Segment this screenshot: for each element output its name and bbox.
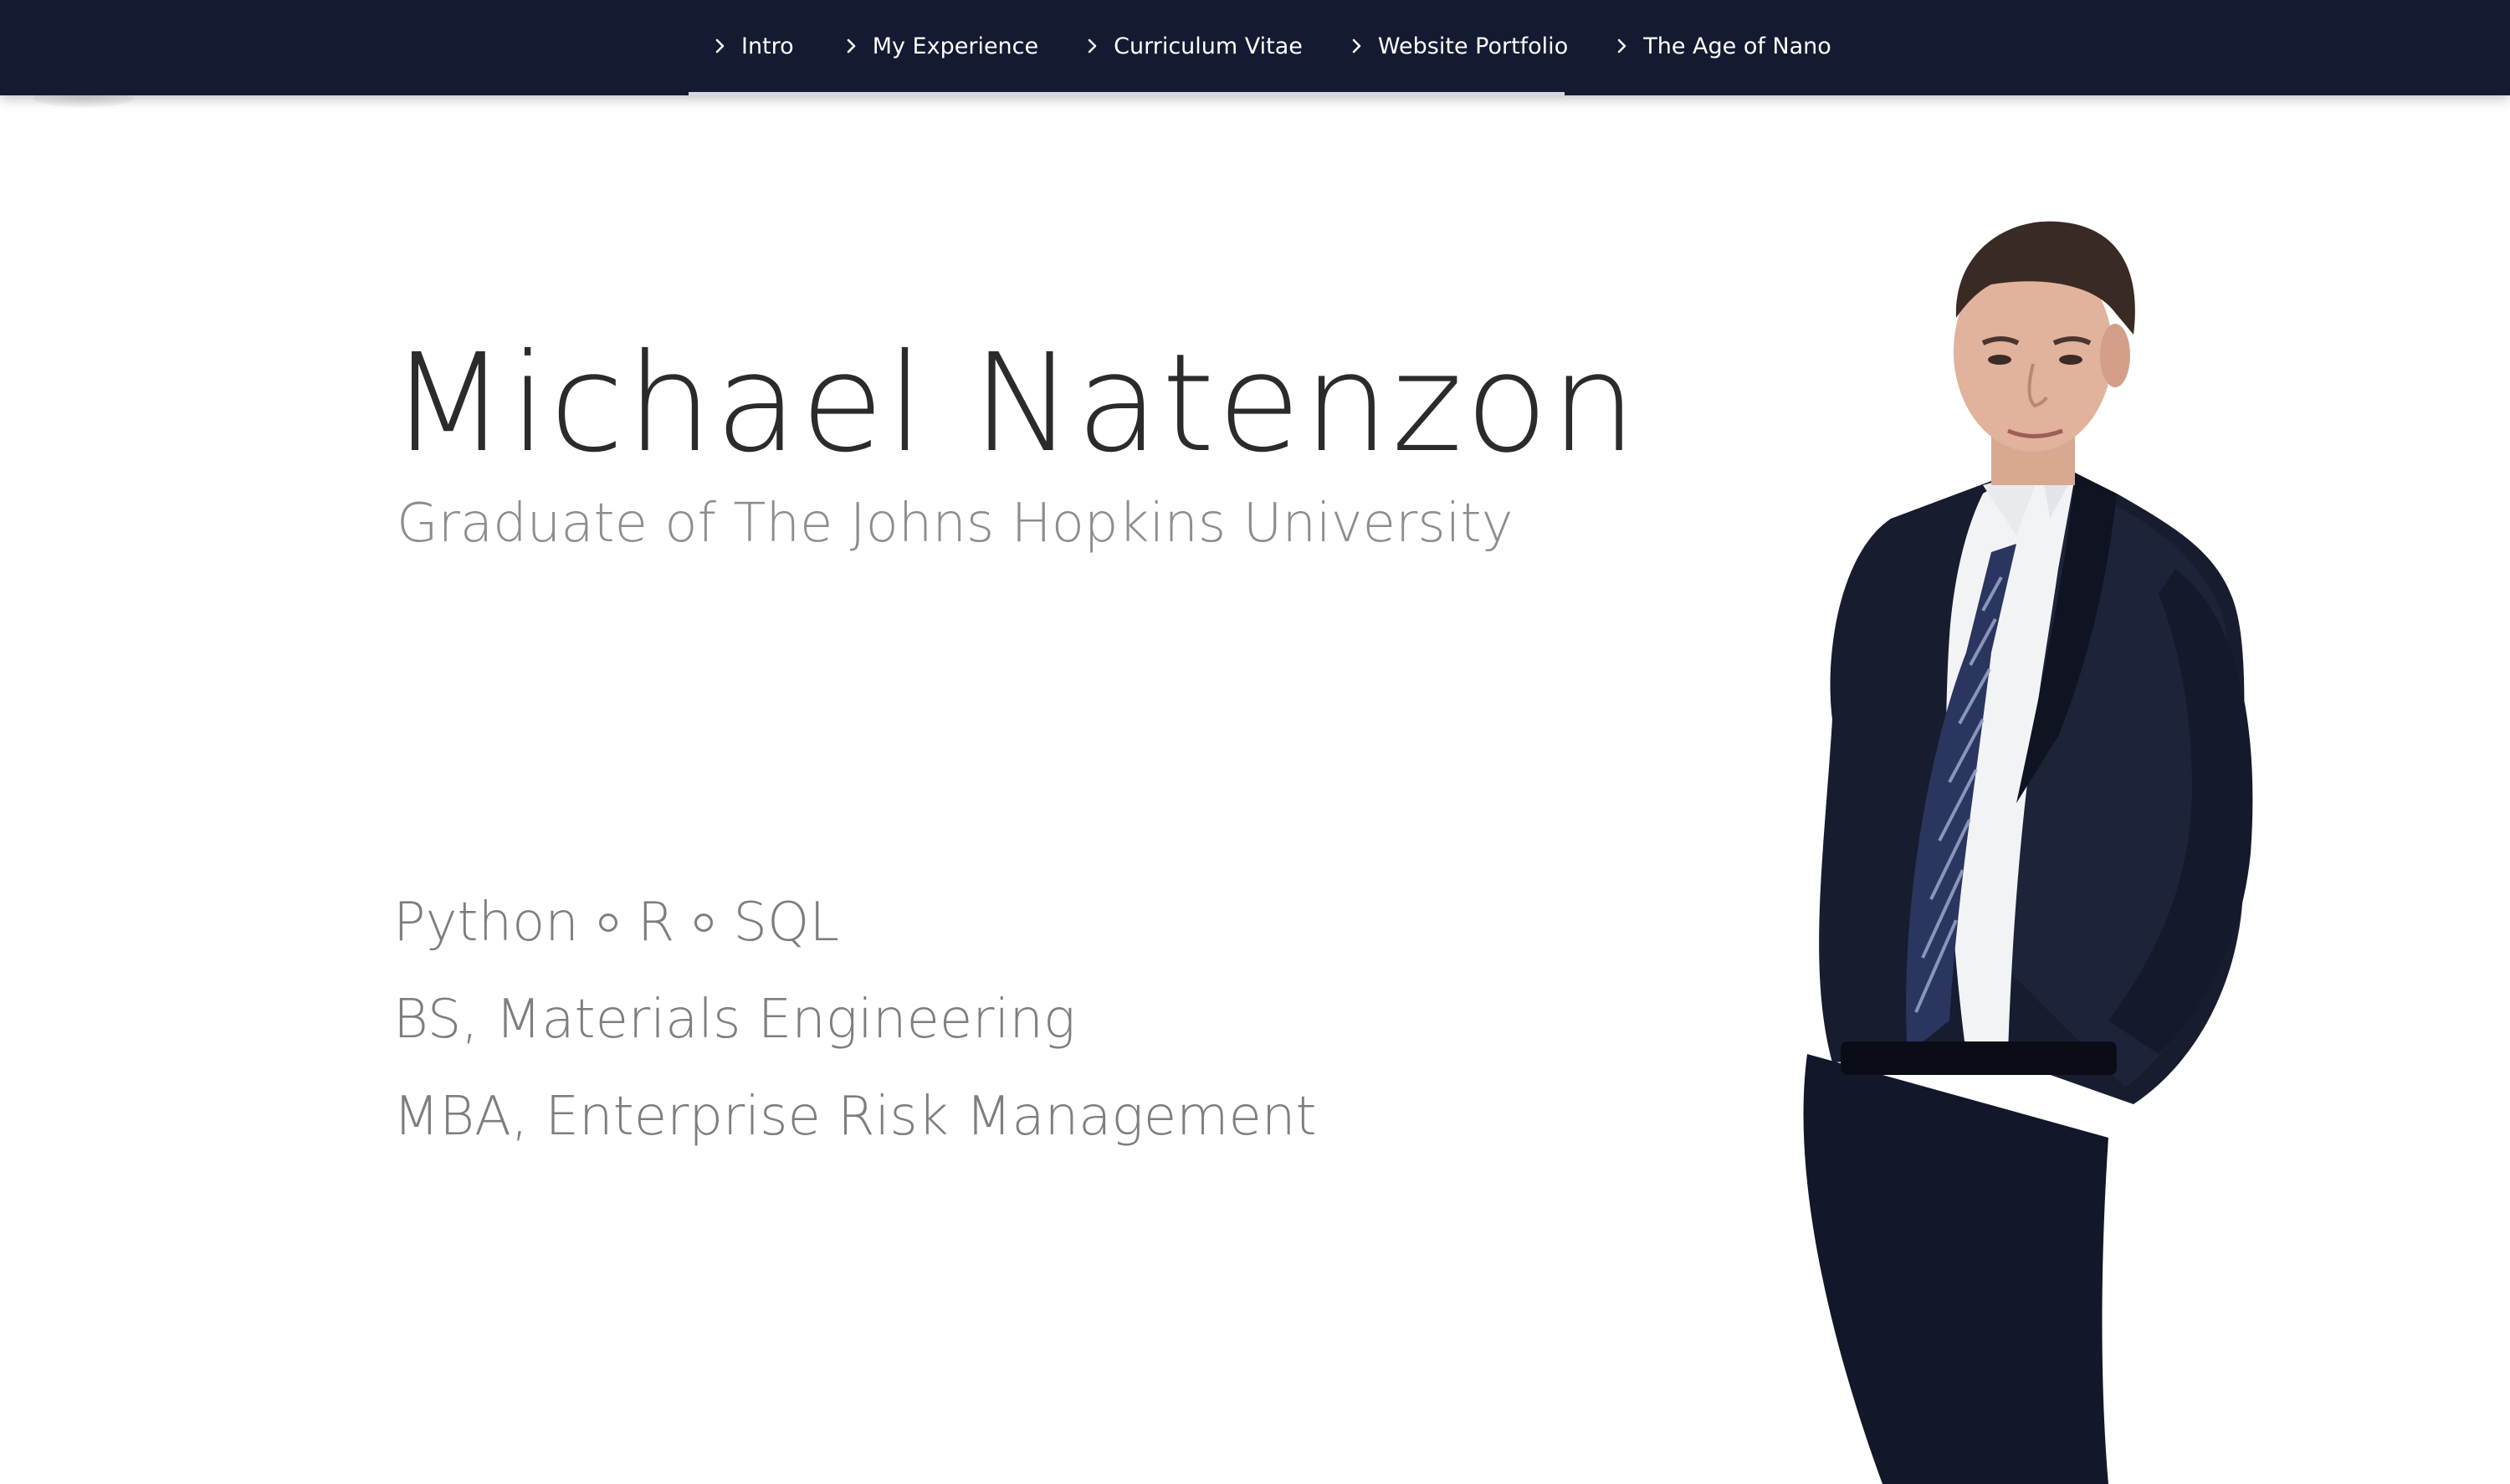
top-navigation-bar: Intro My Experience Curriculum Vitae Web…	[0, 0, 2510, 95]
bullet-separator-icon	[598, 913, 617, 932]
skills-list: Python R SQL BS, Materials Engineering MBA…	[393, 874, 1317, 1165]
nav-menu: Intro My Experience Curriculum Vitae Web…	[689, 0, 1831, 95]
nav-item-age-of-nano[interactable]: The Age of Nano	[1611, 0, 1831, 92]
nav-item-curriculum-vitae[interactable]: Curriculum Vitae	[1082, 0, 1303, 92]
nav-item-website-portfolio[interactable]: Website Portfolio	[1346, 0, 1568, 92]
page-title: Michael Natenzon	[390, 325, 1640, 483]
nav-item-label: The Age of Nano	[1643, 33, 1831, 59]
chevron-right-icon	[1346, 36, 1366, 56]
language-item: SQL	[733, 892, 839, 954]
chevron-right-icon	[1611, 36, 1632, 56]
bullet-separator-icon	[694, 913, 714, 932]
page: Intro My Experience Curriculum Vitae Web…	[0, 0, 2510, 1484]
page-subtitle: Graduate of The Johns Hopkins University	[397, 493, 1514, 555]
chevron-right-icon	[709, 36, 730, 56]
nav-item-label: Curriculum Vitae	[1114, 33, 1303, 59]
nav-item-label: My Experience	[872, 33, 1039, 59]
nav-item-intro[interactable]: Intro	[709, 0, 794, 92]
chevron-right-icon	[841, 36, 861, 56]
nav-item-my-experience[interactable]: My Experience	[841, 0, 1038, 92]
language-item: R	[637, 892, 675, 954]
languages-line: Python R SQL	[393, 874, 1317, 971]
profile-photo	[1740, 217, 2343, 1484]
degree-item: MBA, Enterprise Risk Management	[393, 1086, 1317, 1148]
chevron-right-icon	[1082, 36, 1102, 56]
nav-item-label: Intro	[741, 33, 794, 59]
degree-item: BS, Materials Engineering	[393, 989, 1076, 1051]
language-item: Python	[393, 892, 579, 954]
nav-item-label: Website Portfolio	[1377, 33, 1569, 59]
